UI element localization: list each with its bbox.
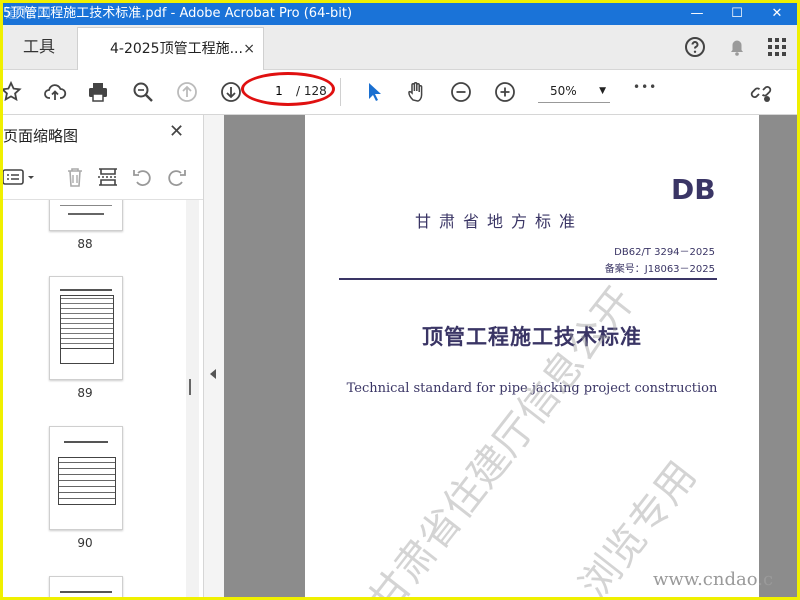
thumbnail-label: 90 bbox=[77, 536, 93, 550]
next-page-icon[interactable] bbox=[219, 80, 243, 104]
panel-scrollbar[interactable] bbox=[186, 200, 199, 597]
zoom-in-icon[interactable] bbox=[493, 80, 517, 104]
previous-page-icon[interactable] bbox=[175, 80, 199, 104]
filing-number: 备案号：J18063－2025 bbox=[604, 264, 715, 275]
cloud-upload-icon[interactable] bbox=[43, 80, 67, 104]
thumbnail-panel: 页面缩略图 ✕ 88 89 90 bbox=[3, 115, 204, 597]
thumbnail-page-88[interactable] bbox=[49, 200, 123, 231]
tab-bar: 工具 4-2025顶管工程施... × bbox=[3, 25, 797, 70]
panel-title: 页面缩略图 bbox=[3, 127, 79, 145]
db-mark: DB bbox=[671, 173, 716, 206]
panel-collapse-handle[interactable] bbox=[204, 115, 224, 597]
zoom-search-icon[interactable] bbox=[131, 80, 155, 104]
thumbnail-label: 89 bbox=[77, 386, 93, 400]
tab-document-label: 4-2025顶管工程施... bbox=[110, 41, 243, 57]
thumb-line bbox=[60, 205, 112, 206]
tab-document[interactable]: 4-2025顶管工程施... × bbox=[77, 27, 264, 70]
trash-icon[interactable] bbox=[63, 165, 87, 189]
thumbnail-page-91[interactable] bbox=[49, 576, 123, 597]
standard-code: DB62/T 3294－2025 bbox=[614, 247, 715, 258]
document-title-cn: 顶管工程施工技术标准 bbox=[422, 324, 642, 349]
bookmark-star-icon[interactable] bbox=[3, 80, 23, 104]
close-window-button[interactable]: ✕ bbox=[757, 3, 797, 25]
thumbnail-options-icon[interactable] bbox=[3, 165, 41, 189]
title-bar[interactable]: 5顶管工程施工技术标准.pdf - Adobe Acrobat Pro (64-… bbox=[3, 3, 797, 25]
chevron-left-icon bbox=[210, 369, 216, 379]
pdf-page: DB 甘肃省地方标准 DB62/T 3294－2025 备案号：J18063－2… bbox=[305, 115, 759, 597]
zoom-value: 50% bbox=[550, 84, 577, 98]
header-rule bbox=[339, 278, 717, 280]
highlight-ellipse bbox=[241, 72, 335, 106]
thumbnail-label: 88 bbox=[77, 237, 93, 251]
site-watermark: www.cndao.c bbox=[653, 569, 774, 590]
maximize-button[interactable]: ☐ bbox=[717, 3, 757, 25]
thumb-table bbox=[60, 295, 114, 349]
print-icon[interactable] bbox=[86, 80, 110, 104]
thumb-line bbox=[68, 213, 104, 215]
share-link-icon[interactable] bbox=[749, 80, 773, 104]
select-cursor-icon[interactable] bbox=[363, 80, 387, 104]
main-toolbar: / 128 50% ▼ ••• bbox=[3, 70, 797, 115]
apps-grid-icon[interactable] bbox=[765, 35, 789, 59]
rotate-left-icon[interactable] bbox=[131, 165, 155, 189]
tab-close-button[interactable]: × bbox=[243, 28, 255, 70]
document-right-margin bbox=[760, 115, 797, 597]
window-title: 5顶管工程施工技术标准.pdf - Adobe Acrobat Pro (64-… bbox=[3, 6, 353, 21]
thumbnail-page-90[interactable] bbox=[49, 426, 123, 530]
thumbnail-page-89[interactable] bbox=[49, 276, 123, 380]
thumb-line bbox=[60, 289, 112, 291]
title-watermark: 道标网 bbox=[5, 6, 53, 22]
bell-icon[interactable] bbox=[725, 35, 749, 59]
panel-close-button[interactable]: ✕ bbox=[169, 121, 184, 142]
minimize-button[interactable]: — bbox=[677, 3, 717, 25]
thumb-line bbox=[60, 591, 112, 593]
panel-toolbar bbox=[3, 155, 203, 200]
thumb-table bbox=[58, 457, 116, 505]
thumbnail-list[interactable]: 88 89 90 bbox=[3, 200, 203, 597]
tab-tools[interactable]: 工具 bbox=[3, 25, 75, 69]
zoom-out-icon[interactable] bbox=[449, 80, 473, 104]
province-standard-label: 甘肃省地方标准 bbox=[415, 212, 584, 231]
acrobat-window: 5顶管工程施工技术标准.pdf - Adobe Acrobat Pro (64-… bbox=[3, 3, 797, 597]
thumb-line bbox=[64, 441, 108, 443]
more-tools-button[interactable]: ••• bbox=[633, 80, 657, 94]
document-view[interactable]: DB 甘肃省地方标准 DB62/T 3294－2025 备案号：J18063－2… bbox=[224, 115, 797, 597]
panel-scrollbar-thumb[interactable] bbox=[189, 379, 191, 395]
rotate-right-icon[interactable] bbox=[164, 165, 188, 189]
extract-pages-icon[interactable] bbox=[96, 165, 120, 189]
toolbar-divider bbox=[340, 78, 341, 106]
help-icon[interactable] bbox=[683, 35, 707, 59]
chevron-down-icon: ▼ bbox=[599, 86, 606, 96]
thumb-table bbox=[60, 349, 114, 364]
hand-tool-icon[interactable] bbox=[405, 80, 429, 104]
zoom-select[interactable]: 50% ▼ bbox=[538, 80, 610, 103]
